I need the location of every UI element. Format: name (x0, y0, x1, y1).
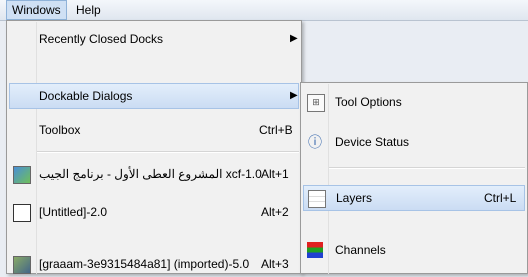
menu-item-device-status[interactable]: ⓘ Device Status (303, 129, 525, 155)
image-2-label: [Untitled]-2.0 (39, 205, 108, 219)
blank-image-icon (13, 204, 31, 222)
submenu-arrow-icon: ▶ (290, 33, 298, 44)
windows-menu: Recently Closed Docks ▶ Dockable Dialogs… (6, 20, 302, 274)
channels-icon (307, 242, 323, 258)
image-thumbnail-icon (13, 256, 31, 274)
menu-item-tool-options[interactable]: ⊞ Tool Options (303, 89, 525, 115)
menu-item-toolbox[interactable]: Toolbox Ctrl+B (9, 117, 299, 143)
menu-item-image-2[interactable]: [Untitled]-2.0 Alt+2 (9, 199, 299, 225)
menu-item-image-1[interactable]: المشروع العطى الأول - برنامج الجيب xcf-1… (9, 161, 299, 187)
menu-item-recently-closed-docks[interactable]: Recently Closed Docks ▶ (9, 26, 299, 52)
toolbox-label: Toolbox (39, 123, 81, 137)
image-thumbnail-icon (13, 166, 31, 184)
layers-shortcut: Ctrl+L (484, 191, 517, 205)
device-status-icon: ⓘ (308, 134, 322, 150)
toolbox-shortcut: Ctrl+B (259, 123, 293, 137)
device-status-label: Device Status (335, 135, 410, 149)
layers-icon (308, 190, 326, 208)
image-1-shortcut: Alt+1 (261, 167, 289, 181)
image-3-shortcut: Alt+3 (261, 257, 289, 271)
layers-label: Layers (336, 191, 373, 205)
menu-help[interactable]: Help (71, 0, 106, 20)
dockable-dialogs-submenu: ⊞ Tool Options ⓘ Device Status Layers Ct… (300, 82, 528, 274)
recently-closed-docks-label: Recently Closed Docks (39, 32, 164, 46)
menu-windows[interactable]: Windows (6, 0, 67, 20)
menu-item-dockable-dialogs[interactable]: Dockable Dialogs ▶ (9, 83, 299, 109)
menu-windows-label: Windows (12, 3, 61, 17)
menu-item-layers[interactable]: Layers Ctrl+L (303, 185, 525, 211)
menu-help-label: Help (76, 3, 101, 17)
menu-item-channels[interactable]: Channels (303, 237, 525, 263)
image-2-shortcut: Alt+2 (261, 205, 289, 219)
dockable-dialogs-label: Dockable Dialogs (39, 89, 133, 103)
image-3-label: [graaam-3e9315484a81] (imported)-5.0 (39, 257, 250, 271)
menu-item-image-3[interactable]: [graaam-3e9315484a81] (imported)-5.0 Alt… (9, 251, 299, 277)
channels-label: Channels (335, 243, 386, 257)
menu-bar: Windows Help (0, 0, 528, 21)
image-1-label: المشروع العطى الأول - برنامج الجيب xcf-1… (39, 167, 262, 181)
submenu-arrow-icon: ▶ (290, 90, 298, 101)
tool-options-label: Tool Options (335, 95, 402, 109)
tool-options-icon: ⊞ (307, 94, 325, 112)
